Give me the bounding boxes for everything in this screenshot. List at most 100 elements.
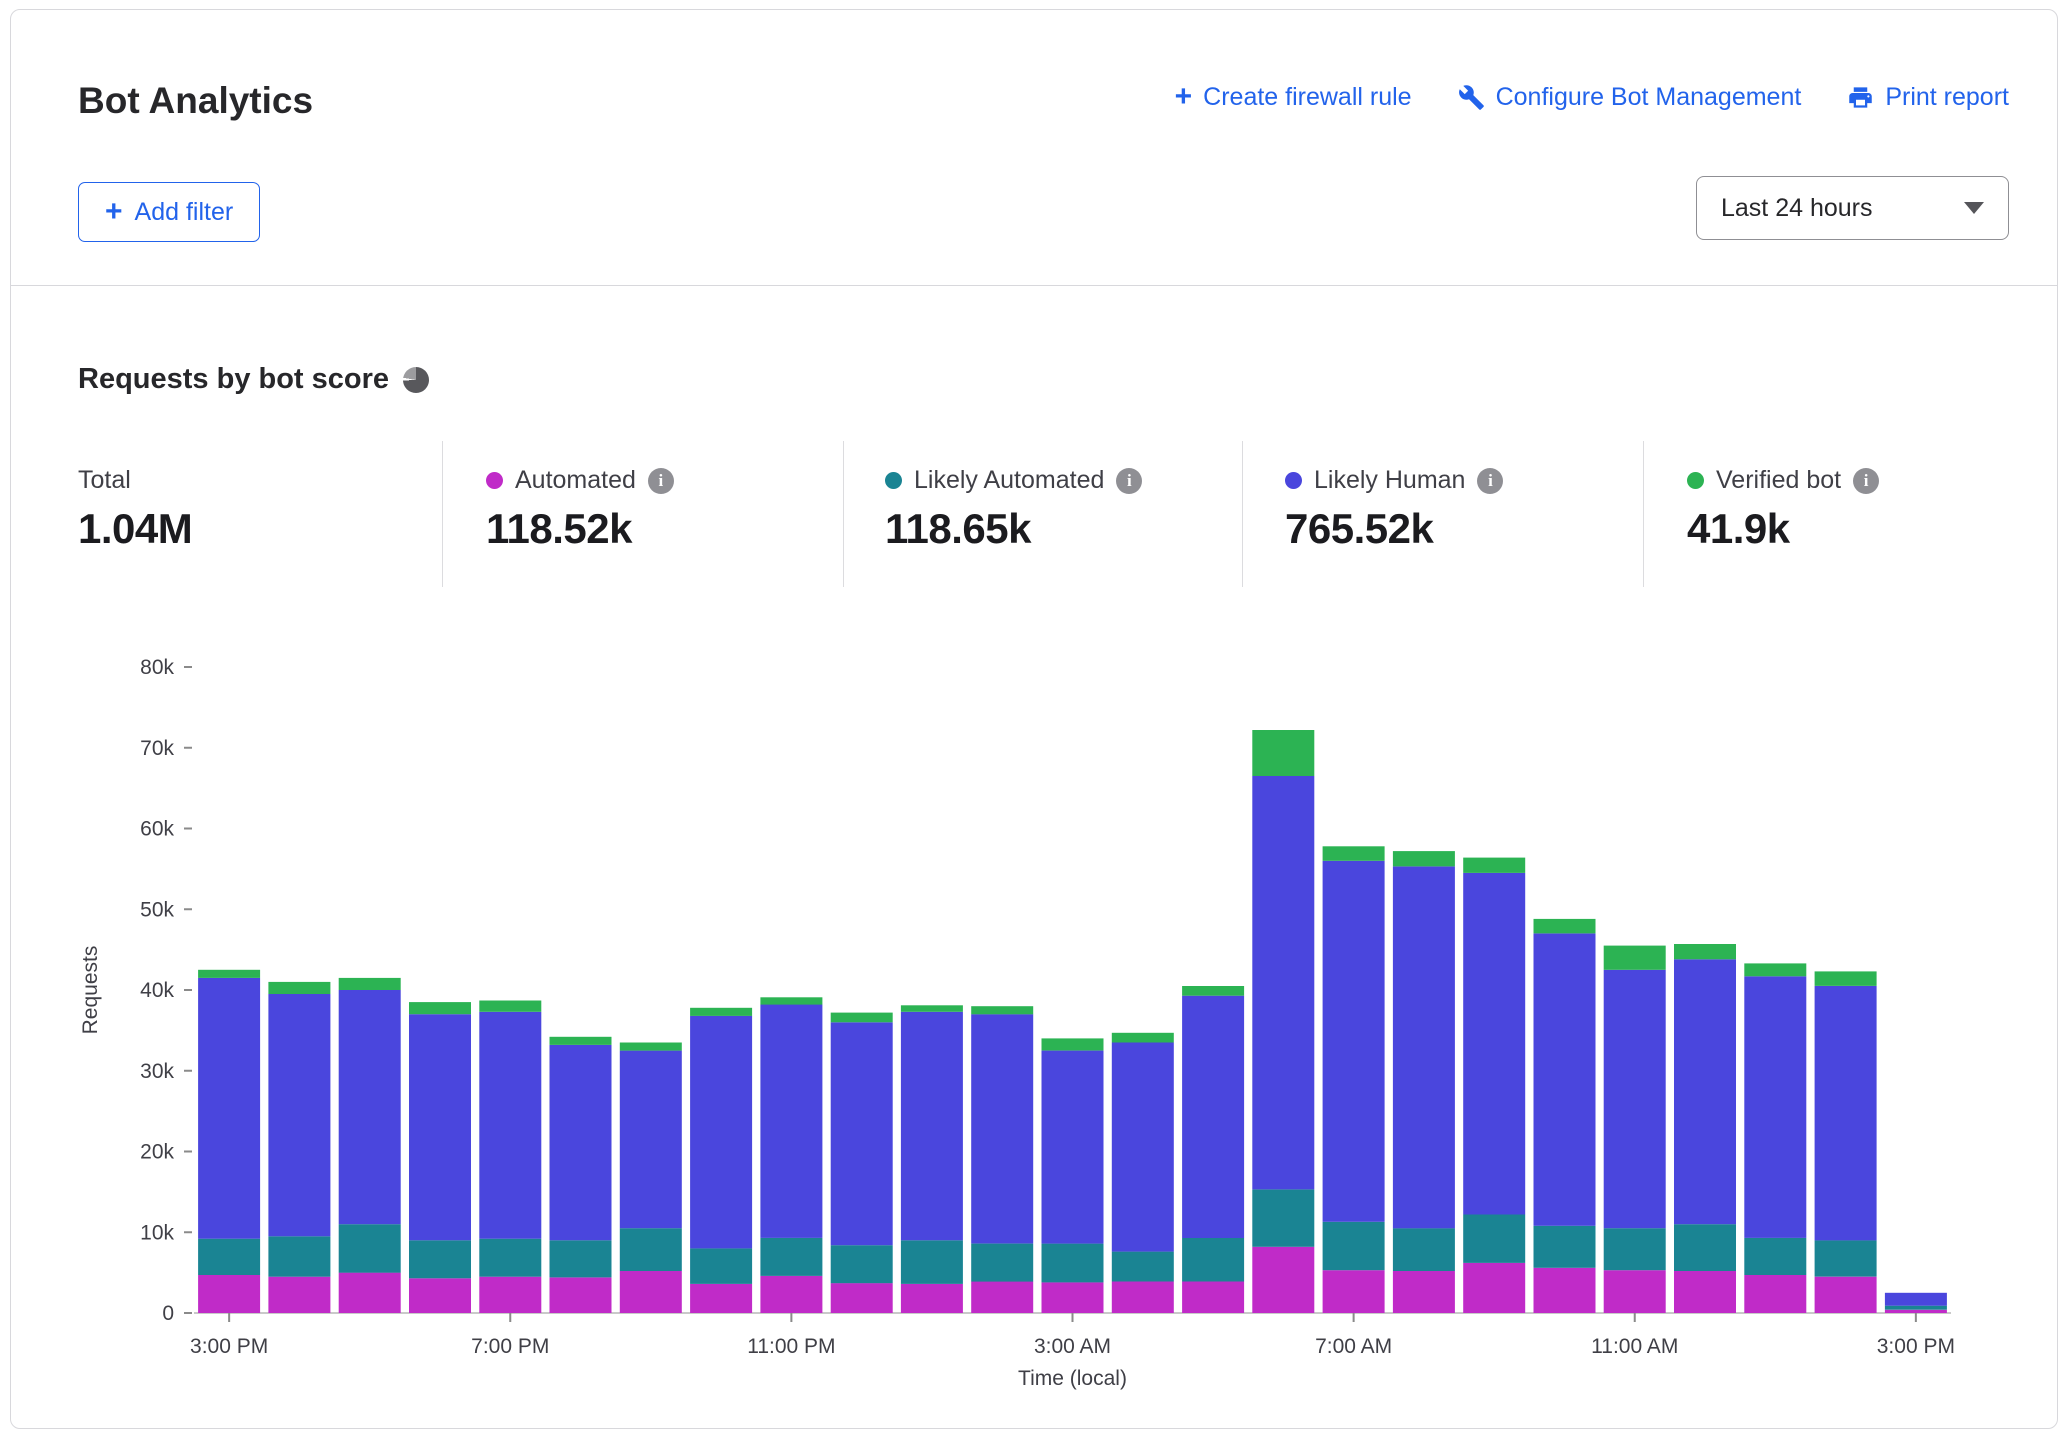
configure-bot-management-link[interactable]: Configure Bot Management — [1458, 83, 1802, 112]
time-range-value: Last 24 hours — [1721, 194, 1873, 223]
bar-segment — [690, 1248, 752, 1284]
stat-automated-label: Automated — [515, 466, 636, 495]
bar-segment — [1534, 1268, 1596, 1313]
bar-segment — [1323, 861, 1385, 1222]
bar-segment — [1534, 1226, 1596, 1268]
bar-segment — [1042, 1038, 1104, 1050]
bar-segment — [901, 1240, 963, 1284]
svg-text:11:00 AM: 11:00 AM — [1591, 1335, 1678, 1358]
bar-segment — [1815, 1277, 1877, 1313]
bar-segment — [550, 1037, 612, 1045]
bar-segment — [620, 1228, 682, 1271]
bar-segment — [971, 1282, 1033, 1314]
stat-total: Total 1.04M — [78, 466, 192, 553]
svg-text:20k: 20k — [140, 1141, 174, 1164]
stat-divider — [442, 441, 443, 587]
bar-segment — [901, 1005, 963, 1012]
bar-segment — [1744, 1238, 1806, 1275]
bar-segment — [1744, 963, 1806, 976]
stat-total-value: 1.04M — [78, 505, 192, 553]
chevron-down-icon — [1964, 202, 1984, 214]
verified-bot-legend-dot — [1687, 472, 1704, 489]
bar-segment — [690, 1008, 752, 1016]
bar-segment — [1112, 1043, 1174, 1252]
bar-segment — [339, 1224, 401, 1273]
stat-divider — [1643, 441, 1644, 587]
bar-segment — [1252, 1247, 1314, 1313]
create-firewall-rule-link[interactable]: + Create firewall rule — [1175, 82, 1412, 112]
bar-segment — [1182, 986, 1244, 996]
bar-segment — [198, 978, 260, 1239]
info-icon[interactable]: i — [1116, 468, 1142, 494]
stat-divider — [843, 441, 844, 587]
bar-segment — [1393, 1271, 1455, 1313]
bar-segment — [831, 1022, 893, 1245]
plus-icon: + — [105, 197, 123, 227]
svg-text:10k: 10k — [140, 1221, 174, 1244]
bar-segment — [1604, 970, 1666, 1228]
svg-text:80k: 80k — [140, 656, 174, 679]
bar-segment — [1604, 946, 1666, 970]
stat-likely-automated-value: 118.65k — [885, 505, 1142, 553]
svg-text:30k: 30k — [140, 1060, 174, 1083]
bar-segment — [1463, 873, 1525, 1215]
bar-segment — [1042, 1051, 1104, 1244]
bar-segment — [1323, 1222, 1385, 1270]
bar-segment — [339, 1273, 401, 1313]
bar-segment — [409, 1014, 471, 1240]
svg-text:3:00 PM: 3:00 PM — [1877, 1335, 1955, 1358]
bar-segment — [1042, 1282, 1104, 1313]
bar-segment — [1674, 959, 1736, 1224]
bar-segment — [268, 982, 330, 994]
bar-segment — [1252, 776, 1314, 1189]
bar-segment — [1252, 730, 1314, 776]
info-icon[interactable]: i — [1477, 468, 1503, 494]
bar-segment — [1674, 944, 1736, 959]
bar-segment — [1042, 1244, 1104, 1283]
header-actions: + Create firewall rule Configure Bot Man… — [1175, 82, 2009, 112]
stat-likely-automated: Likely Automated i 118.65k — [885, 466, 1142, 553]
info-icon[interactable]: i — [648, 468, 674, 494]
add-filter-label: Add filter — [135, 198, 234, 227]
create-firewall-rule-label: Create firewall rule — [1203, 83, 1411, 112]
info-icon[interactable]: i — [1853, 468, 1879, 494]
svg-text:Time (local): Time (local) — [1018, 1367, 1127, 1390]
bar-segment — [760, 1238, 822, 1276]
print-report-label: Print report — [1885, 83, 2009, 112]
add-filter-button[interactable]: + Add filter — [78, 182, 260, 242]
header-divider — [11, 285, 2057, 286]
page-title: Bot Analytics — [78, 80, 313, 122]
stat-verified-bot-label: Verified bot — [1716, 466, 1841, 495]
bar-segment — [1182, 996, 1244, 1238]
bar-segment — [690, 1284, 752, 1313]
bar-segment — [1112, 1033, 1174, 1043]
bar-segment — [1815, 986, 1877, 1240]
bar-segment — [690, 1016, 752, 1249]
bar-segment — [1604, 1228, 1666, 1270]
bar-segment — [620, 1271, 682, 1313]
print-report-link[interactable]: Print report — [1847, 83, 2009, 112]
bar-segment — [620, 1043, 682, 1051]
bar-segment — [339, 978, 401, 990]
time-range-dropdown[interactable]: Last 24 hours — [1696, 176, 2009, 240]
bar-segment — [1815, 971, 1877, 986]
bar-segment — [268, 1236, 330, 1276]
bot-analytics-card: Bot Analytics + Create firewall rule Con… — [10, 9, 2058, 1429]
bar-segment — [1815, 1240, 1877, 1276]
bar-segment — [971, 1244, 1033, 1282]
bar-segment — [1252, 1190, 1314, 1247]
stat-likely-automated-label: Likely Automated — [914, 466, 1104, 495]
wrench-icon — [1458, 84, 1485, 111]
plus-icon: + — [1175, 82, 1193, 112]
stat-divider — [1242, 441, 1243, 587]
bar-segment — [1393, 867, 1455, 1229]
svg-text:3:00 AM: 3:00 AM — [1034, 1335, 1111, 1358]
bar-segment — [1323, 1270, 1385, 1313]
stat-likely-human-label: Likely Human — [1314, 466, 1465, 495]
bar-segment — [550, 1278, 612, 1314]
stat-automated: Automated i 118.52k — [486, 466, 674, 553]
stat-verified-bot-value: 41.9k — [1687, 505, 1879, 553]
pie-chart-icon — [403, 367, 429, 393]
section-title-text: Requests by bot score — [78, 363, 389, 396]
bar-segment — [971, 1006, 1033, 1014]
